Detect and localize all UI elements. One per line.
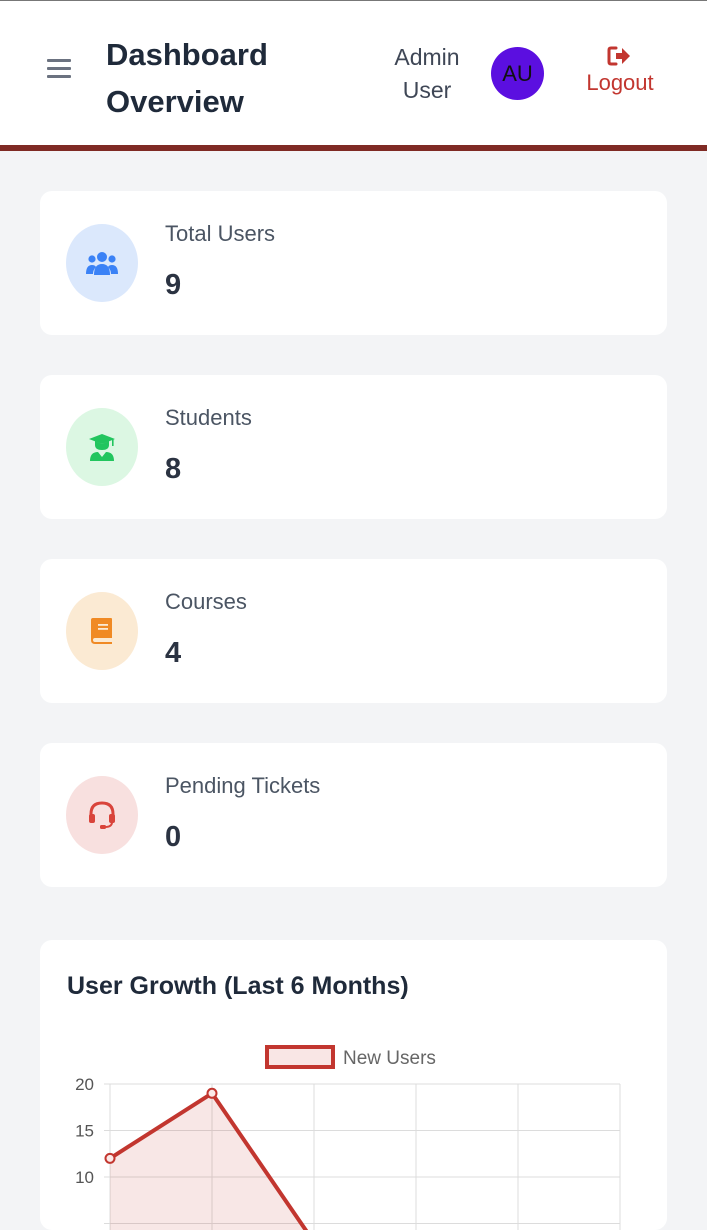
y-tick-label: 10 xyxy=(75,1168,94,1187)
header-accent-bar xyxy=(0,145,707,151)
stat-label: Students xyxy=(165,405,252,430)
users-icon xyxy=(86,252,118,275)
graduate-icon xyxy=(89,434,115,461)
stat-card-pending-tickets: Pending Tickets 0 xyxy=(40,743,667,887)
stat-value: 0 xyxy=(165,821,182,853)
stat-icon-circle xyxy=(66,408,138,486)
headset-icon xyxy=(89,801,115,829)
stat-value: 4 xyxy=(165,637,182,669)
app-header: Dashboard Overview Admin User AU Logout xyxy=(0,1,707,145)
stat-label: Courses xyxy=(165,589,247,614)
logout-icon xyxy=(607,46,630,66)
stat-icon-circle xyxy=(66,592,138,670)
stat-icon-circle xyxy=(66,224,138,302)
logout-label: Logout xyxy=(586,70,654,95)
stat-label: Pending Tickets xyxy=(165,773,321,798)
stat-value: 8 xyxy=(165,453,182,485)
avatar[interactable]: AU xyxy=(491,47,544,100)
stat-value: 9 xyxy=(165,269,182,301)
legend-label: New Users xyxy=(343,1048,436,1069)
series-area xyxy=(110,1093,314,1230)
book-icon xyxy=(91,618,112,644)
y-tick-label: 15 xyxy=(75,1122,94,1141)
stat-card-total-users: Total Users 9 xyxy=(40,191,667,335)
user-name: Admin User xyxy=(394,44,460,103)
logout-button[interactable]: Logout xyxy=(574,45,666,97)
data-point xyxy=(206,1087,218,1099)
legend-swatch xyxy=(265,1045,335,1069)
user-growth-chart-card: User Growth (Last 6 Months) New Users 20… xyxy=(40,940,667,1230)
data-point xyxy=(104,1152,116,1164)
page-title: Dashboard Overview xyxy=(106,37,268,119)
menu-icon[interactable] xyxy=(47,59,71,81)
stat-card-courses: Courses 4 xyxy=(40,559,667,703)
stat-icon-circle xyxy=(66,776,138,854)
y-tick-label: 20 xyxy=(75,1075,94,1094)
stat-card-students: Students 8 xyxy=(40,375,667,519)
stat-label: Total Users xyxy=(165,221,276,246)
user-growth-chart: New Users 20 15 10 xyxy=(75,1045,621,1230)
